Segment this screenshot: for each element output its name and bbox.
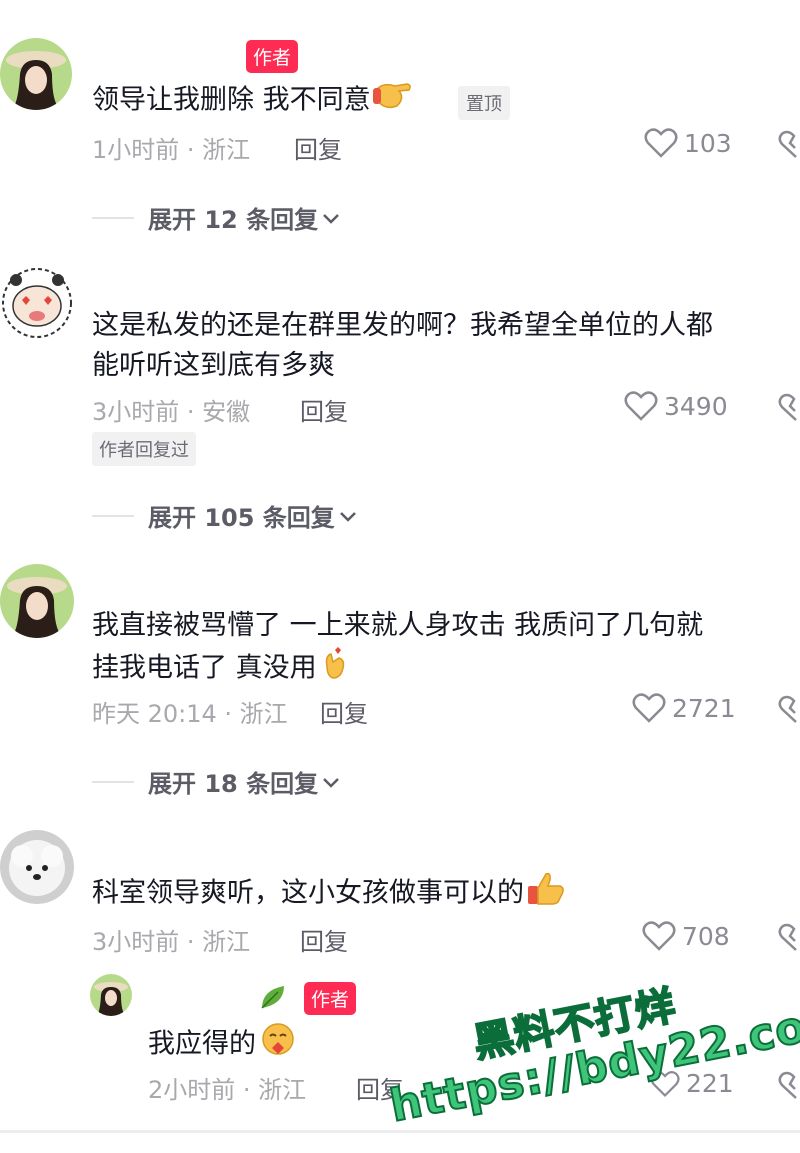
expand-replies-button[interactable]: 展开 18 条回复 xyxy=(92,764,342,799)
reply-button[interactable]: 回复 xyxy=(320,694,368,729)
like-button[interactable]: 2721 xyxy=(632,693,736,723)
like-count: 708 xyxy=(682,921,730,951)
chevron-down-icon xyxy=(323,213,339,224)
like-count: 2721 xyxy=(672,693,736,723)
reply-button[interactable]: 回复 xyxy=(300,392,348,427)
thumbs-up-icon xyxy=(526,870,566,918)
reply-button[interactable]: 回复 xyxy=(294,130,342,165)
heart-icon xyxy=(632,693,666,723)
like-button[interactable]: 3490 xyxy=(624,391,728,421)
avatar[interactable] xyxy=(0,266,74,340)
comment-time-location: 3小时前 · 安徽 xyxy=(92,398,251,426)
chevron-down-icon xyxy=(323,777,339,788)
heart-icon xyxy=(624,391,658,421)
pinned-badge: 置顶 xyxy=(458,86,510,120)
dislike-icon[interactable] xyxy=(776,923,800,953)
heart-icon xyxy=(642,921,676,951)
avatar[interactable] xyxy=(0,830,74,904)
finger-heart-icon xyxy=(319,646,351,692)
chevron-down-icon xyxy=(339,511,356,522)
expand-replies-button[interactable]: 展开 12 条回复 xyxy=(92,200,342,235)
dislike-icon[interactable] xyxy=(776,130,800,160)
avatar[interactable] xyxy=(90,974,132,1016)
like-count: 3490 xyxy=(664,391,728,421)
dislike-icon[interactable] xyxy=(776,1071,800,1101)
dislike-icon[interactable] xyxy=(776,393,800,423)
expand-replies-button[interactable]: 展开 105 条回复 xyxy=(92,498,359,533)
reply-time-location: 2小时前 · 浙江 xyxy=(148,1076,307,1104)
author-badge: 作者 xyxy=(246,40,299,73)
comment-time-location: 1小时前 · 浙江 xyxy=(92,136,251,164)
dislike-icon[interactable] xyxy=(776,695,800,725)
avatar[interactable] xyxy=(0,38,72,110)
reply-text: 我应得的 xyxy=(148,1022,298,1068)
blushing-hug-icon xyxy=(258,1022,298,1068)
like-count: 103 xyxy=(684,128,732,158)
divider-line xyxy=(92,514,134,517)
leaf-icon xyxy=(261,986,284,1009)
like-button[interactable]: 708 xyxy=(642,921,730,951)
pointing-hand-icon xyxy=(372,78,413,124)
reply-button[interactable]: 回复 xyxy=(300,922,348,957)
comment-text: 这是私发的还是在群里发的啊？我希望全单位的人都 能听听这到底有多爽 xyxy=(92,310,713,381)
divider-line xyxy=(92,216,134,219)
divider-line xyxy=(92,780,134,783)
comment-text: 领导让我删除 我不同意 xyxy=(92,78,413,124)
comment-text: 科室领导爽听，这小女孩做事可以的 xyxy=(92,870,566,918)
comment-text: 我直接被骂懵了 一上来就人身攻击 我质问了几句就 挂我电话了 真没用 xyxy=(92,606,703,692)
like-button[interactable]: 103 xyxy=(644,128,732,158)
comment-time-location: 3小时前 · 浙江 xyxy=(92,928,251,956)
author-badge: 作者 xyxy=(304,982,357,1015)
heart-icon xyxy=(644,128,678,158)
avatar[interactable] xyxy=(0,564,74,638)
comment-time-location: 昨天 20:14 · 浙江 xyxy=(92,700,288,728)
author-replied-badge: 作者回复过 xyxy=(92,432,196,466)
